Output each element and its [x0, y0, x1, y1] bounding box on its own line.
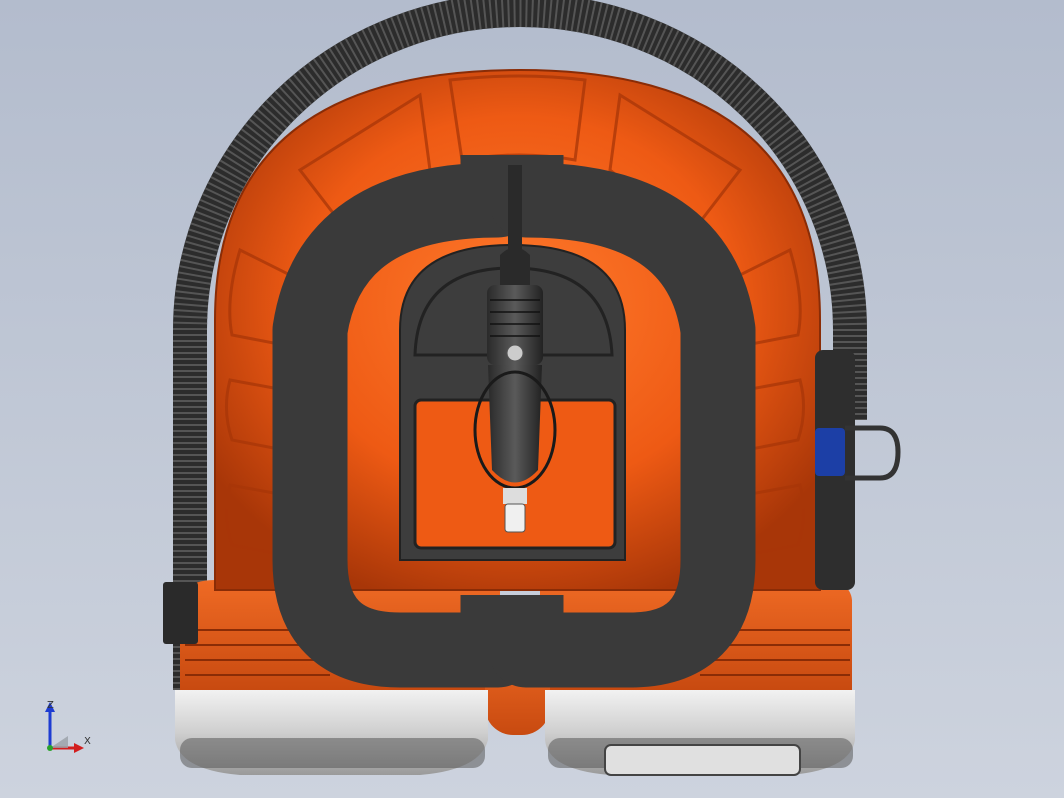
plug-led	[506, 344, 524, 362]
x-axis-arrow	[74, 743, 84, 753]
axis-triad: Z X	[45, 700, 91, 753]
y-axis-plane	[50, 736, 68, 748]
side-tab-left	[163, 582, 198, 644]
cad-viewport[interactable]: Z X	[0, 0, 1064, 798]
compressor-model[interactable]	[0, 0, 1064, 798]
triad-origin	[47, 745, 53, 751]
z-axis-label: Z	[47, 700, 54, 711]
x-axis-label: X	[84, 736, 91, 747]
